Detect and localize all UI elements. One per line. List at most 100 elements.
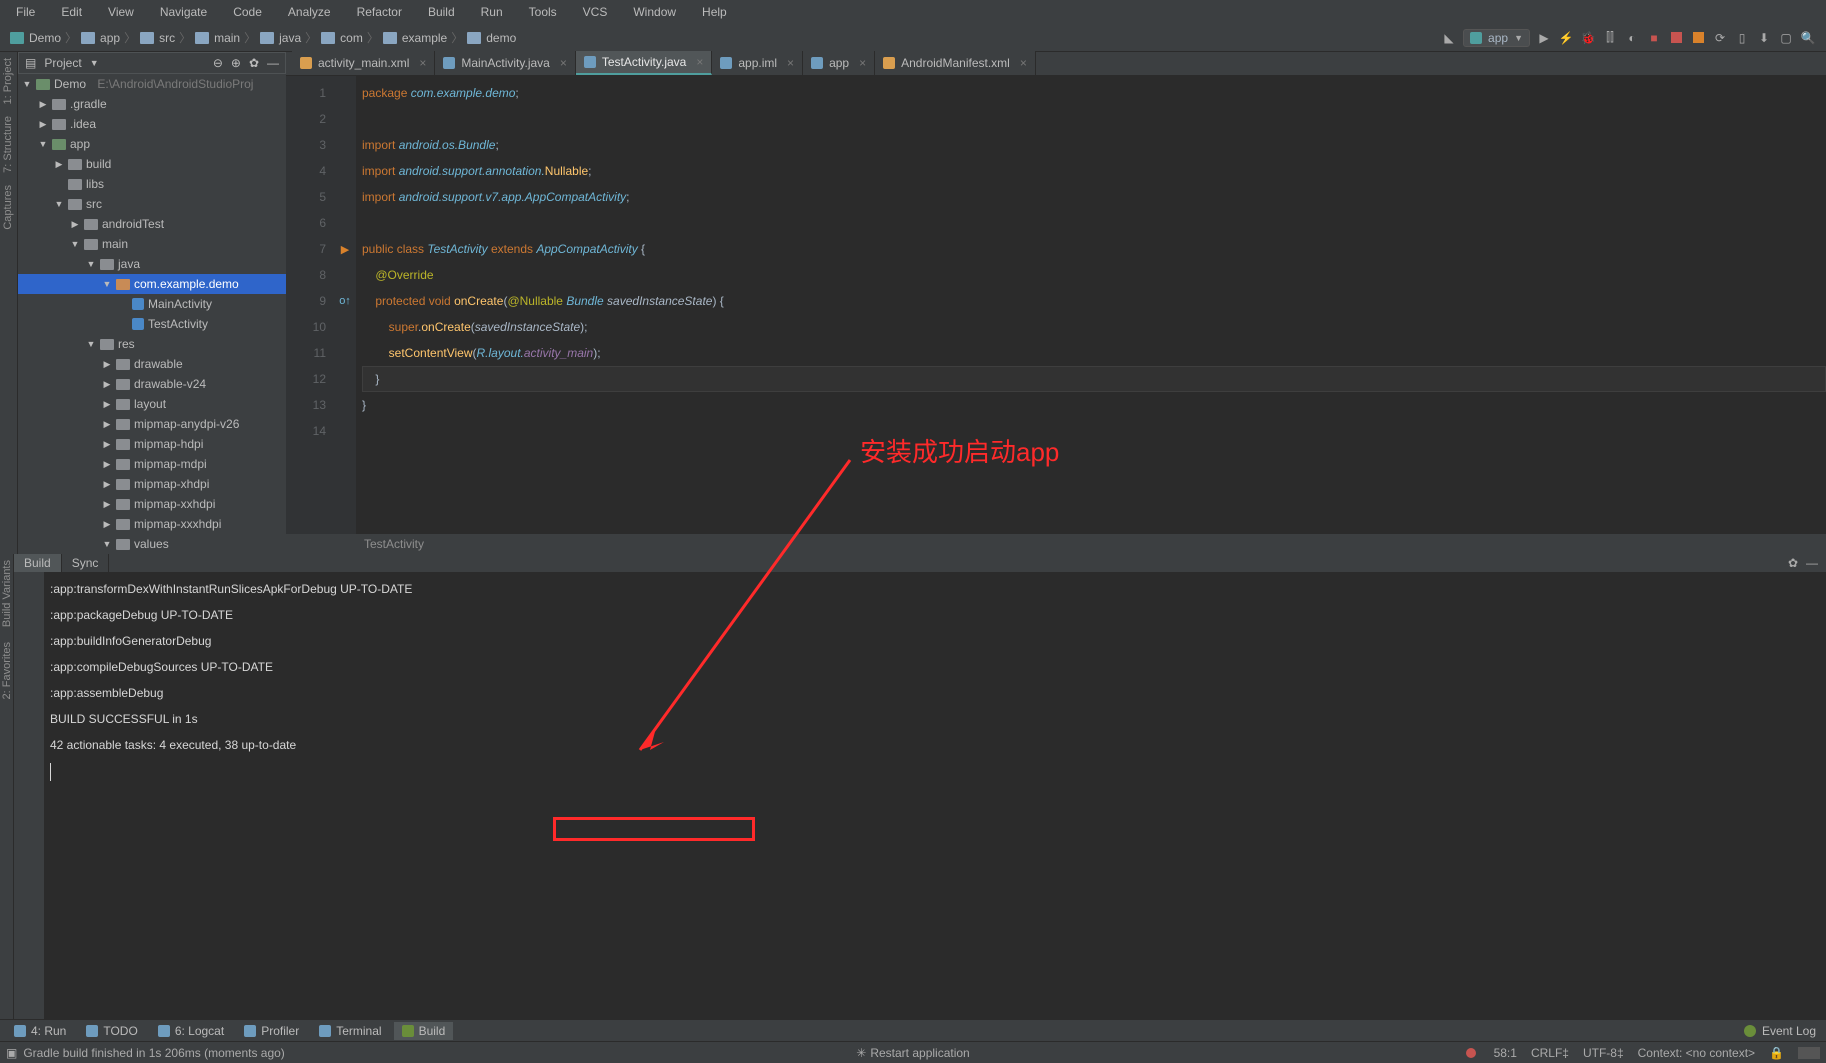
menu-view[interactable]: View xyxy=(96,3,146,21)
tree-row[interactable]: ▶androidTest xyxy=(18,214,286,234)
tree-row[interactable]: ▶drawable-v24 xyxy=(18,374,286,394)
editor-tab[interactable]: TestActivity.java× xyxy=(576,51,712,75)
tool-window-button[interactable]: Build xyxy=(394,1022,454,1040)
stop-icon[interactable]: ■ xyxy=(1646,30,1662,46)
lock-icon[interactable]: 🔒 xyxy=(1769,1046,1784,1060)
editor-tab[interactable]: app× xyxy=(803,51,875,75)
run-config-combo[interactable]: app ▼ xyxy=(1463,29,1530,47)
tree-row[interactable]: ▶mipmap-anydpi-v26 xyxy=(18,414,286,434)
menu-edit[interactable]: Edit xyxy=(49,3,94,21)
tw-build-variants[interactable]: Build Variants xyxy=(0,554,14,633)
tree-row[interactable]: ▼src xyxy=(18,194,286,214)
sync-icon[interactable]: ⟳ xyxy=(1712,30,1728,46)
close-icon[interactable]: × xyxy=(1020,56,1027,70)
tree-row[interactable]: ▶mipmap-xxxhdpi xyxy=(18,514,286,534)
tree-row[interactable]: ▶layout xyxy=(18,394,286,414)
run-icon[interactable]: ▶ xyxy=(1536,30,1552,46)
breadcrumb[interactable]: Demo〉 app〉 src〉 main〉 java〉 com〉 example… xyxy=(4,29,522,46)
build-tab[interactable]: Build xyxy=(14,554,62,572)
editor-breadcrumb[interactable]: TestActivity xyxy=(286,534,1826,554)
tree-row[interactable]: ▶mipmap-mdpi xyxy=(18,454,286,474)
tool-window-button[interactable]: 6: Logcat xyxy=(150,1022,232,1040)
tree-row[interactable]: ▼ Demo E:\Android\AndroidStudioProj xyxy=(18,74,286,94)
build-output[interactable]: :app:transformDexWithInstantRunSlicesApk… xyxy=(44,572,1826,1019)
project-tree[interactable]: ▼ Demo E:\Android\AndroidStudioProj ▶.gr… xyxy=(18,74,286,554)
code-area[interactable]: package com.example.demo; import android… xyxy=(356,76,1826,534)
tool-window-button[interactable]: 4: Run xyxy=(6,1022,74,1040)
menu-help[interactable]: Help xyxy=(690,3,739,21)
tw-project[interactable]: 1: Project xyxy=(0,52,16,110)
tree-row[interactable]: MainActivity xyxy=(18,294,286,314)
menu-vcs[interactable]: VCS xyxy=(571,3,620,21)
editor-tab[interactable]: app.iml× xyxy=(712,51,803,75)
code-editor[interactable]: 1234567891011121314 ▶ o↑ package com.exa… xyxy=(286,76,1826,534)
menu-window[interactable]: Window xyxy=(621,3,688,21)
mem-indicator[interactable] xyxy=(1798,1047,1820,1059)
debug-icon[interactable]: 🐞 xyxy=(1580,30,1596,46)
avd-icon[interactable]: ▯ xyxy=(1734,30,1750,46)
profile-icon[interactable]: ⫿⫿ xyxy=(1602,30,1618,46)
hide-icon[interactable]: — xyxy=(267,56,279,70)
square-icon[interactable] xyxy=(1671,32,1682,43)
tree-row[interactable]: ▼app xyxy=(18,134,286,154)
tree-row[interactable]: ▶mipmap-hdpi xyxy=(18,434,286,454)
status-enc[interactable]: UTF-8‡ xyxy=(1583,1046,1624,1060)
menu-code[interactable]: Code xyxy=(221,3,274,21)
run-gutter-icon[interactable]: ▶ xyxy=(341,243,349,256)
editor-tab[interactable]: activity_main.xml× xyxy=(292,51,435,75)
menu-refactor[interactable]: Refactor xyxy=(345,3,414,21)
menu-build[interactable]: Build xyxy=(416,3,467,21)
attach-debugger-icon[interactable]: ◐ xyxy=(1624,30,1640,46)
menu-file[interactable]: File xyxy=(4,3,47,21)
device-icon[interactable]: ▢ xyxy=(1778,30,1794,46)
tree-row[interactable]: ▼java xyxy=(18,254,286,274)
override-icon[interactable]: o↑ xyxy=(339,295,351,307)
tree-row[interactable]: ▶.idea xyxy=(18,114,286,134)
gear-icon[interactable]: ✿ xyxy=(1788,556,1798,570)
tw-captures[interactable]: Captures xyxy=(0,179,16,236)
menu-analyze[interactable]: Analyze xyxy=(276,3,343,21)
close-icon[interactable]: × xyxy=(859,56,866,70)
search-icon[interactable]: 🔍 xyxy=(1800,30,1816,46)
tree-row[interactable]: ▶build xyxy=(18,154,286,174)
tree-row[interactable]: ▶drawable xyxy=(18,354,286,374)
chevron-down-icon[interactable]: ▼ xyxy=(90,58,99,68)
tree-row[interactable]: ▼com.example.demo xyxy=(18,274,286,294)
close-icon[interactable]: × xyxy=(787,56,794,70)
event-log-button[interactable]: Event Log xyxy=(1744,1024,1826,1038)
sdk-icon[interactable]: ⬇ xyxy=(1756,30,1772,46)
hammer-icon[interactable]: ◣ xyxy=(1441,30,1457,46)
tree-row[interactable]: ▶mipmap-xhdpi xyxy=(18,474,286,494)
menu-tools[interactable]: Tools xyxy=(517,3,569,21)
corner-icon[interactable]: ▣ xyxy=(6,1046,17,1060)
tool-window-button[interactable]: Profiler xyxy=(236,1022,307,1040)
tw-structure[interactable]: 7: Structure xyxy=(0,110,16,179)
tree-row[interactable]: ▼main xyxy=(18,234,286,254)
tree-row[interactable]: ▶.gradle xyxy=(18,94,286,114)
close-icon[interactable]: × xyxy=(696,55,703,69)
tool-window-button[interactable]: TODO xyxy=(78,1022,145,1040)
tree-row[interactable]: libs xyxy=(18,174,286,194)
sync-tab[interactable]: Sync xyxy=(62,554,110,572)
apply-changes-icon[interactable]: ⚡ xyxy=(1558,30,1574,46)
status-eol[interactable]: CRLF‡ xyxy=(1531,1046,1569,1060)
status-context[interactable]: Context: <no context> xyxy=(1638,1046,1755,1060)
tw-favorites[interactable]: 2: Favorites xyxy=(0,636,14,705)
menu-navigate[interactable]: Navigate xyxy=(148,3,219,21)
error-indicator-icon[interactable] xyxy=(1466,1048,1476,1058)
tree-row[interactable]: ▼values xyxy=(18,534,286,554)
target-icon[interactable]: ⊕ xyxy=(231,56,241,70)
minimize-icon[interactable]: — xyxy=(1806,556,1818,570)
menu-run[interactable]: Run xyxy=(469,3,515,21)
editor-tab[interactable]: AndroidManifest.xml× xyxy=(875,51,1036,75)
tool-window-button[interactable]: Terminal xyxy=(311,1022,389,1040)
editor-tab[interactable]: MainActivity.java× xyxy=(435,51,576,75)
square-icon[interactable] xyxy=(1693,32,1704,43)
close-icon[interactable]: × xyxy=(419,56,426,70)
close-icon[interactable]: × xyxy=(560,56,567,70)
tree-row[interactable]: ▶mipmap-xxhdpi xyxy=(18,494,286,514)
tree-row[interactable]: TestActivity xyxy=(18,314,286,334)
gear-icon[interactable]: ✿ xyxy=(249,56,259,70)
tree-row[interactable]: ▼res xyxy=(18,334,286,354)
collapse-icon[interactable]: ⊖ xyxy=(213,56,223,70)
